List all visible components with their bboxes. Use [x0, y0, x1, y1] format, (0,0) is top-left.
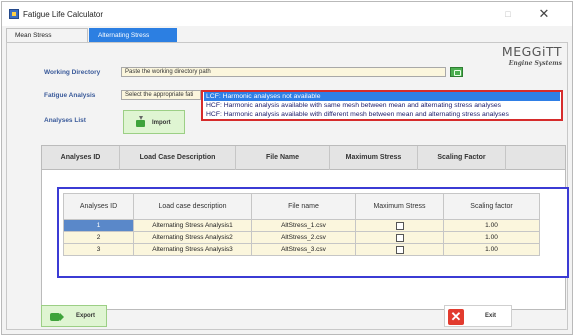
dropdown-option-hcf-different-mesh[interactable]: HCF: Harmonic analysis available with di… [204, 110, 560, 119]
row-max-stress-cell [355, 231, 444, 244]
row-id[interactable]: 3 [63, 243, 134, 256]
grid-header-description[interactable]: Load case description [133, 193, 252, 220]
row-file[interactable]: AltStress_2.csv [251, 231, 356, 244]
export-arrow-icon [50, 313, 64, 321]
fatigue-analysis-dropdown: LCF: Harmonic analyses not available HCF… [201, 90, 563, 121]
tab-mean-stress[interactable]: Mean Stress [6, 28, 88, 42]
row-max-stress-cell [355, 243, 444, 256]
analyses-table-header: Analyses ID Load Case Description File N… [42, 146, 565, 170]
row-file[interactable]: AltStress_3.csv [251, 243, 356, 256]
close-button[interactable]: ✕ [533, 6, 555, 22]
app-icon [9, 9, 19, 19]
grid-header-id[interactable]: Analyses ID [63, 193, 134, 220]
dropdown-option-lcf[interactable]: LCF: Harmonic analyses not available [204, 92, 560, 101]
close-x-icon: ✕ [448, 309, 464, 325]
row-id[interactable]: 2 [63, 231, 134, 244]
header-analyses-id[interactable]: Analyses ID [42, 146, 120, 170]
row-description[interactable]: Alternating Stress Analysis1 [133, 219, 252, 232]
header-file-name[interactable]: File Name [236, 146, 330, 170]
row-max-stress-cell [355, 219, 444, 232]
row-scaling[interactable]: 1.00 [443, 231, 540, 244]
header-maximum-stress[interactable]: Maximum Stress [330, 146, 418, 170]
brand-logo: MEGGiTT [501, 44, 562, 59]
exit-button[interactable]: ✕ Exit [444, 305, 512, 327]
export-button[interactable]: Export [41, 305, 107, 327]
browse-folder-button[interactable] [450, 67, 463, 77]
tab-bar: Mean Stress Alternating Stress [6, 28, 568, 42]
working-directory-input[interactable]: Paste the working directory path [121, 67, 446, 77]
export-button-label: Export [76, 313, 96, 319]
max-stress-checkbox[interactable] [395, 221, 404, 230]
row-file[interactable]: AltStress_1.csv [251, 219, 356, 232]
window-title: Fatigue Life Calculator [23, 10, 104, 19]
grid-header-row: Analyses ID Load case description File n… [63, 193, 540, 220]
row-description[interactable]: Alternating Stress Analysis3 [133, 243, 252, 256]
row-id[interactable]: 1 [63, 219, 134, 232]
grid-header-max-stress[interactable]: Maximum Stress [355, 193, 444, 220]
exit-button-label: Exit [485, 313, 497, 319]
import-button[interactable]: Import [123, 110, 185, 134]
brand-subtitle: Engine Systems [508, 60, 562, 67]
table-row[interactable]: 2 Alternating Stress Analysis2 AltStress… [63, 231, 540, 244]
row-scaling[interactable]: 1.00 [443, 243, 540, 256]
maximize-button[interactable]: □ [497, 6, 519, 22]
grid-header-file[interactable]: File name [251, 193, 356, 220]
table-row[interactable]: 1 Alternating Stress Analysis1 AltStress… [63, 219, 540, 232]
analyses-list-label: Analyses List [44, 117, 86, 124]
import-icon [136, 116, 145, 127]
import-button-label: Import [152, 120, 171, 126]
row-description[interactable]: Alternating Stress Analysis2 [133, 231, 252, 244]
table-row[interactable]: 3 Alternating Stress Analysis3 AltStress… [63, 243, 540, 256]
header-load-case-description[interactable]: Load Case Description [120, 146, 236, 170]
fatigue-analysis-label: Fatigue Analysis [44, 92, 96, 99]
analyses-grid: Analyses ID Load case description File n… [63, 193, 540, 256]
fatigue-analysis-select[interactable]: Select the appropriate fati [121, 90, 201, 100]
tab-alternating-stress[interactable]: Alternating Stress [89, 28, 177, 42]
working-directory-label: Working Directory [44, 69, 101, 76]
analyses-grid-highlight: Analyses ID Load case description File n… [57, 187, 569, 278]
row-scaling[interactable]: 1.00 [443, 219, 540, 232]
max-stress-checkbox[interactable] [395, 233, 404, 242]
header-scaling-factor[interactable]: Scaling Factor [418, 146, 506, 170]
dropdown-option-hcf-same-mesh[interactable]: HCF: Harmonic analysis available with sa… [204, 101, 560, 110]
title-bar: Fatigue Life Calculator □ ✕ [2, 2, 572, 26]
grid-header-scaling[interactable]: Scaling factor [443, 193, 540, 220]
max-stress-checkbox[interactable] [395, 245, 404, 254]
